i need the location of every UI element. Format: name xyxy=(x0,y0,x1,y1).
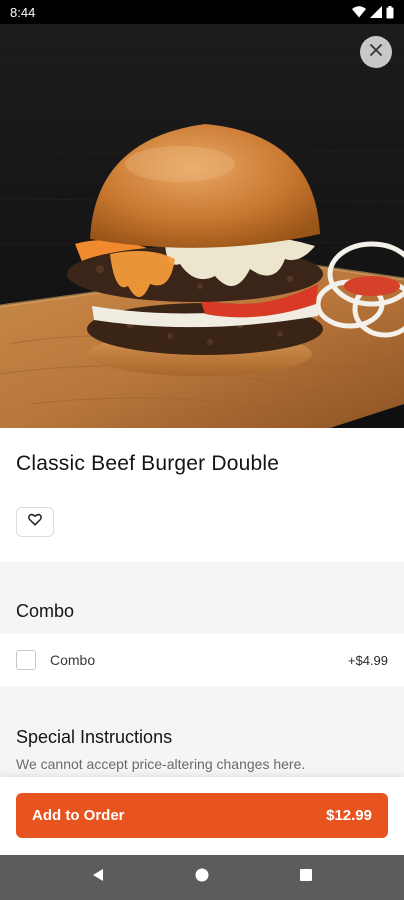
battery-icon xyxy=(386,5,394,19)
combo-heading: Combo xyxy=(16,601,75,621)
combo-checkbox[interactable] xyxy=(16,650,36,670)
combo-option-price: +$4.99 xyxy=(347,652,388,668)
hero-image xyxy=(0,24,404,428)
back-icon[interactable] xyxy=(90,867,106,888)
combo-option-label: Combo xyxy=(50,652,96,668)
favorite-button[interactable] xyxy=(16,507,54,537)
section-divider xyxy=(0,562,404,634)
cell-signal-icon xyxy=(370,6,382,18)
close-button[interactable] xyxy=(360,36,392,68)
wifi-icon xyxy=(352,6,366,18)
home-icon[interactable] xyxy=(194,867,210,888)
item-title: Classic Beef Burger Double xyxy=(16,452,280,475)
bottom-action-bar: Add to Order $12.99 xyxy=(0,777,404,855)
combo-option-row[interactable]: Combo +$4.99 xyxy=(0,634,404,686)
system-nav-bar xyxy=(0,855,404,900)
recents-icon[interactable] xyxy=(298,867,314,888)
status-bar: 8:44 xyxy=(0,0,404,24)
close-icon xyxy=(369,43,383,62)
status-time: 8:44 xyxy=(10,4,36,20)
special-instructions-heading: Special Instructions xyxy=(16,727,173,747)
status-icons xyxy=(352,5,394,19)
burger-photo xyxy=(0,24,404,428)
add-to-order-label: Add to Order xyxy=(32,807,125,824)
add-to-order-button[interactable]: Add to Order $12.99 xyxy=(16,793,388,838)
special-instructions-subtitle: We cannot accept price-altering changes … xyxy=(16,756,306,772)
order-total-price: $12.99 xyxy=(326,807,372,824)
heart-outline-icon xyxy=(28,513,42,531)
